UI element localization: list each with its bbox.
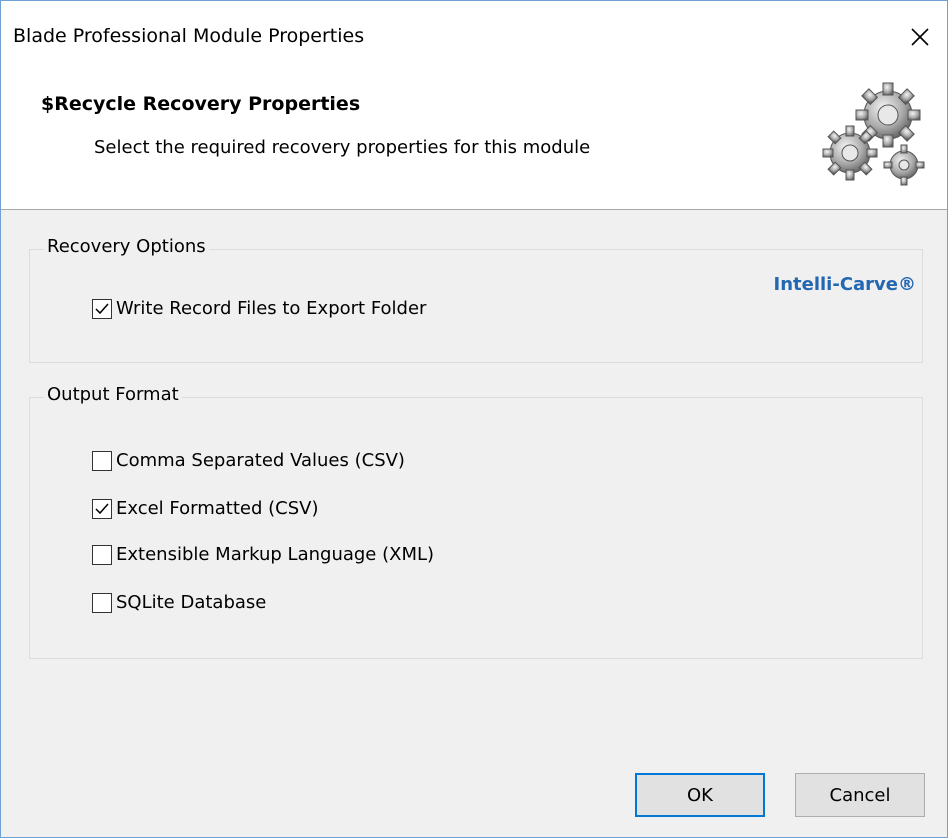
output-format-legend: Output Format xyxy=(44,384,182,405)
checkbox-box xyxy=(92,592,112,613)
excel-csv-checkbox[interactable]: Excel Formatted (CSV) xyxy=(92,498,318,519)
checkbox-box xyxy=(92,544,112,565)
csv-checkbox[interactable]: Comma Separated Values (CSV) xyxy=(92,450,405,471)
module-properties-dialog: Blade Professional Module Properties $Re… xyxy=(0,0,948,838)
checkbox-label: Write Record Files to Export Folder xyxy=(116,298,427,319)
recovery-options-group: Recovery Options Intelli-Carve® Write Re… xyxy=(29,236,923,363)
checkbox-label: SQLite Database xyxy=(116,592,267,613)
output-format-group: Output Format Comma Separated Values (CS… xyxy=(29,384,923,659)
sqlite-checkbox[interactable]: SQLite Database xyxy=(92,592,266,613)
header-subtitle: Select the required recovery properties … xyxy=(94,137,591,158)
window-title: Blade Professional Module Properties xyxy=(13,25,365,47)
checkbox-box xyxy=(92,298,112,319)
checkbox-label: Extensible Markup Language (XML) xyxy=(116,544,435,565)
gears-icon xyxy=(822,82,925,186)
intelli-carve-link[interactable]: Intelli-Carve® xyxy=(774,274,916,295)
checkbox-box xyxy=(92,498,112,519)
cancel-button[interactable]: Cancel xyxy=(795,773,925,817)
checkbox-box xyxy=(92,450,112,471)
checkbox-label: Comma Separated Values (CSV) xyxy=(116,450,405,471)
checkmark-icon xyxy=(95,503,109,514)
write-record-files-checkbox[interactable]: Write Record Files to Export Folder xyxy=(92,298,426,319)
xml-checkbox[interactable]: Extensible Markup Language (XML) xyxy=(92,544,434,565)
close-icon xyxy=(911,28,929,46)
dialog-header: $Recycle Recovery Properties Select the … xyxy=(1,79,947,210)
checkmark-icon xyxy=(95,303,109,314)
title-bar: Blade Professional Module Properties xyxy=(1,1,947,79)
recovery-options-legend: Recovery Options xyxy=(44,236,209,257)
header-title: $Recycle Recovery Properties xyxy=(41,93,361,115)
close-button[interactable] xyxy=(893,9,947,65)
ok-button[interactable]: OK xyxy=(635,773,765,817)
checkbox-label: Excel Formatted (CSV) xyxy=(116,498,319,519)
